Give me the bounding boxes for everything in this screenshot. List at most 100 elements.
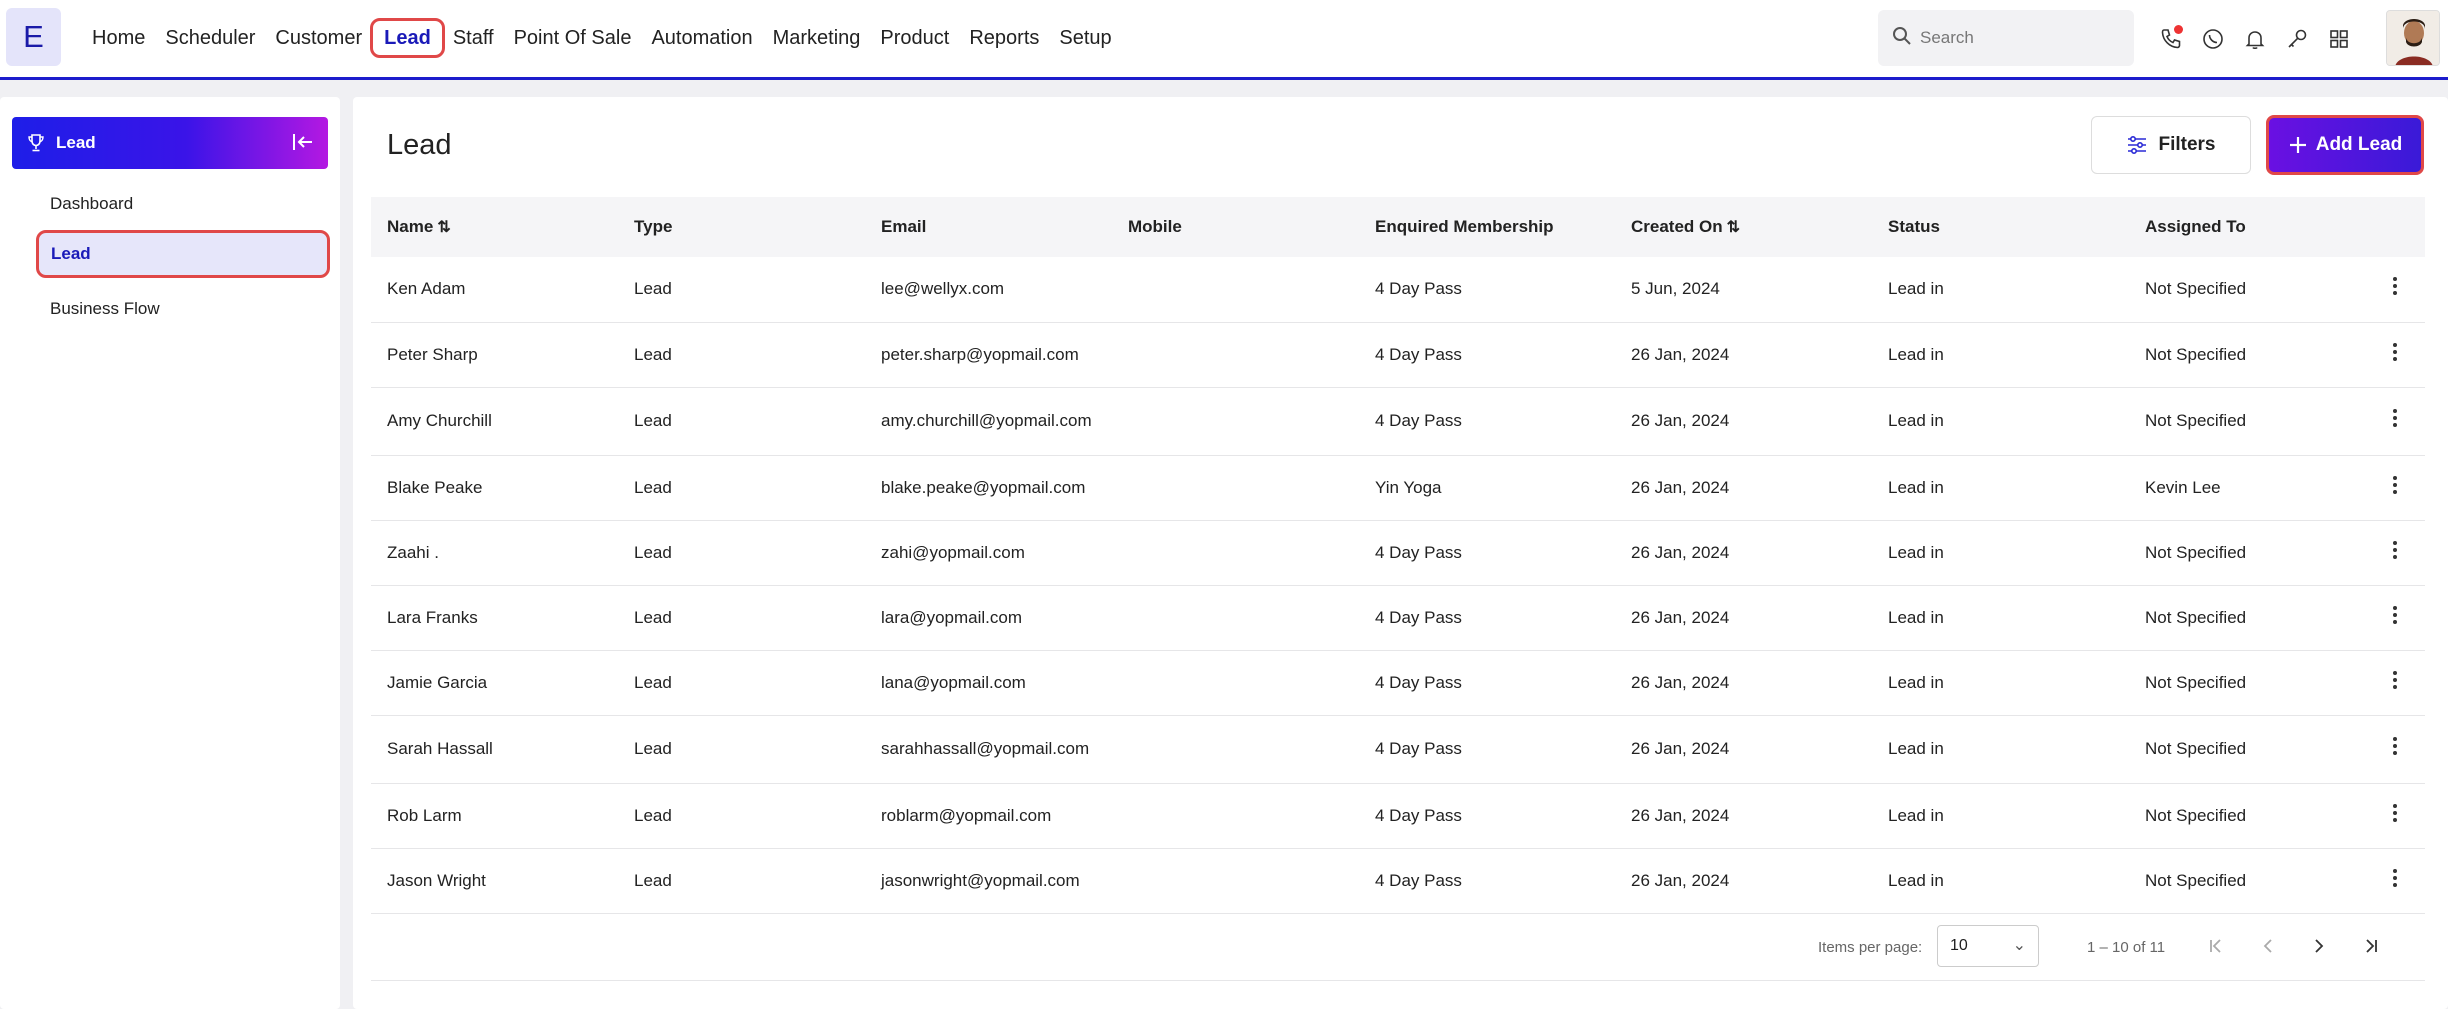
col-type: Type xyxy=(634,217,673,236)
whatsapp-icon[interactable] xyxy=(2192,20,2234,58)
table-row[interactable]: Rob Larm Lead roblarm@yopmail.com 4 Day Pas… xyxy=(371,783,2425,849)
table-row[interactable]: Jason Wright Lead jasonwright@yopmail.com 4… xyxy=(371,848,2425,914)
cell-name: Jason Wright xyxy=(371,848,618,914)
cell-created-on: 26 Jan, 2024 xyxy=(1615,455,1872,521)
page-title: Lead xyxy=(387,129,452,161)
cell-created-on: 26 Jan, 2024 xyxy=(1615,520,1872,586)
sidebar-header: Lead xyxy=(12,117,328,169)
cell-status: Lead in xyxy=(1872,387,2129,456)
cell-name: Amy Churchill xyxy=(371,387,618,456)
cell-mobile xyxy=(1112,257,1359,323)
cell-status: Lead in xyxy=(1872,783,2129,849)
kebab-icon[interactable] xyxy=(2365,848,2425,914)
cell-name: Sarah Hassall xyxy=(371,715,618,784)
sidebar-item-dashboard[interactable]: Dashboard xyxy=(36,180,328,228)
cell-assigned-to: Not Specified xyxy=(2129,322,2365,388)
table-row[interactable]: Jamie Garcia Lead lana@yopmail.com 4 Day Pa… xyxy=(371,650,2425,716)
key-icon[interactable] xyxy=(2276,20,2318,58)
sidebar-item-lead[interactable]: Lead xyxy=(36,230,330,278)
table-header-row: Name ⇅ Type Email Mobile Enquired Members… xyxy=(371,197,2425,257)
cell-created-on: 5 Jun, 2024 xyxy=(1615,257,1872,323)
cell-type: Lead xyxy=(618,322,865,388)
sort-icon[interactable]: ⇅ xyxy=(1727,217,1740,237)
user-avatar[interactable] xyxy=(2386,10,2440,66)
kebab-icon[interactable] xyxy=(2365,455,2425,521)
cell-created-on: 26 Jan, 2024 xyxy=(1615,387,1872,456)
page-size-select[interactable]: 10 ⌄ xyxy=(1937,925,2039,967)
cell-type: Lead xyxy=(618,650,865,716)
cell-created-on: 26 Jan, 2024 xyxy=(1615,322,1872,388)
top-icon-group xyxy=(2150,20,2360,58)
table-row[interactable]: Lara Franks Lead lara@yopmail.com 4 Day Pas… xyxy=(371,585,2425,651)
nav-setup[interactable]: Setup xyxy=(1049,18,1121,58)
cell-mobile xyxy=(1112,715,1359,784)
last-page-icon[interactable] xyxy=(2356,931,2386,961)
cell-type: Lead xyxy=(618,848,865,914)
cell-mobile xyxy=(1112,387,1359,456)
phone-icon[interactable] xyxy=(2150,20,2192,58)
nav-marketing[interactable]: Marketing xyxy=(763,18,871,58)
add-lead-label: Add Lead xyxy=(2315,134,2403,155)
first-page-icon[interactable] xyxy=(2201,931,2231,961)
kebab-icon[interactable] xyxy=(2365,257,2425,323)
cell-email: lara@yopmail.com xyxy=(865,585,1112,651)
kebab-icon[interactable] xyxy=(2365,783,2425,849)
app-logo[interactable]: E xyxy=(6,8,61,66)
nav-customer[interactable]: Customer xyxy=(265,18,372,58)
col-created-on[interactable]: Created On ⇅ xyxy=(1615,197,1872,257)
cell-type: Lead xyxy=(618,455,865,521)
table-row[interactable]: Zaahi . Lead zahi@yopmail.com 4 Day Pass 26 … xyxy=(371,520,2425,586)
cell-assigned-to: Not Specified xyxy=(2129,257,2365,323)
nav-point-of-sale[interactable]: Point Of Sale xyxy=(504,18,642,58)
next-page-icon[interactable] xyxy=(2304,931,2334,961)
page-size-value: 10 xyxy=(1950,937,1968,954)
cell-created-on: 26 Jan, 2024 xyxy=(1615,783,1872,849)
kebab-icon[interactable] xyxy=(2365,650,2425,716)
search-input[interactable] xyxy=(1920,28,2120,48)
kebab-icon[interactable] xyxy=(2365,585,2425,651)
cell-mobile xyxy=(1112,455,1359,521)
filters-button[interactable]: Filters xyxy=(2091,116,2251,174)
table-row[interactable]: Amy Churchill Lead amy.churchill@yopmail.c… xyxy=(371,387,2425,456)
cell-mobile xyxy=(1112,585,1359,651)
nav-product[interactable]: Product xyxy=(870,18,959,58)
cell-status: Lead in xyxy=(1872,455,2129,521)
cell-assigned-to: Not Specified xyxy=(2129,520,2365,586)
col-name[interactable]: Name ⇅ xyxy=(371,197,618,257)
kebab-icon[interactable] xyxy=(2365,387,2425,456)
nav-reports[interactable]: Reports xyxy=(959,18,1049,58)
table-row[interactable]: Ken Adam Lead lee@wellyx.com 4 Day Pass 5 Ju… xyxy=(371,257,2425,323)
cell-assigned-to: Not Specified xyxy=(2129,715,2365,784)
cell-assigned-to: Not Specified xyxy=(2129,585,2365,651)
nav-staff[interactable]: Staff xyxy=(443,18,504,58)
kebab-icon[interactable] xyxy=(2365,322,2425,388)
prev-page-icon[interactable] xyxy=(2253,931,2283,961)
nav-lead[interactable]: Lead xyxy=(370,18,445,58)
kebab-icon[interactable] xyxy=(2365,715,2425,784)
plus-icon xyxy=(2288,135,2308,155)
nav-automation[interactable]: Automation xyxy=(641,18,762,58)
add-lead-button[interactable]: Add Lead xyxy=(2266,115,2424,175)
collapse-icon[interactable] xyxy=(290,129,316,160)
table-row[interactable]: Blake Peake Lead blake.peake@yopmail.com Yi… xyxy=(371,455,2425,521)
sort-icon[interactable]: ⇅ xyxy=(437,217,450,237)
cell-created-on: 26 Jan, 2024 xyxy=(1615,585,1872,651)
chevron-down-icon: ⌄ xyxy=(2012,937,2026,954)
paginator: Items per page: 10 ⌄ 1 – 10 of 11 xyxy=(371,915,2425,981)
kebab-icon[interactable] xyxy=(2365,520,2425,586)
grid-icon[interactable] xyxy=(2318,20,2360,58)
cell-name: Blake Peake xyxy=(371,455,618,521)
table-row[interactable]: Sarah Hassall Lead sarahhassall@yopmail.co… xyxy=(371,715,2425,784)
table-row[interactable]: Peter Sharp Lead peter.sharp@yopmail.com 4 … xyxy=(371,322,2425,388)
sidebar-item-business-flow[interactable]: Business Flow xyxy=(36,285,328,333)
cell-email: jasonwright@yopmail.com xyxy=(865,848,1112,914)
bell-icon[interactable] xyxy=(2234,20,2276,58)
cell-email: lana@yopmail.com xyxy=(865,650,1112,716)
cell-name: Peter Sharp xyxy=(371,322,618,388)
col-enquired-membership: Enquired Membership xyxy=(1375,217,1554,236)
cell-membership: 4 Day Pass xyxy=(1359,387,1615,456)
cell-type: Lead xyxy=(618,387,865,456)
nav-home[interactable]: Home xyxy=(82,18,155,58)
nav-scheduler[interactable]: Scheduler xyxy=(155,18,265,58)
cell-name: Jamie Garcia xyxy=(371,650,618,716)
